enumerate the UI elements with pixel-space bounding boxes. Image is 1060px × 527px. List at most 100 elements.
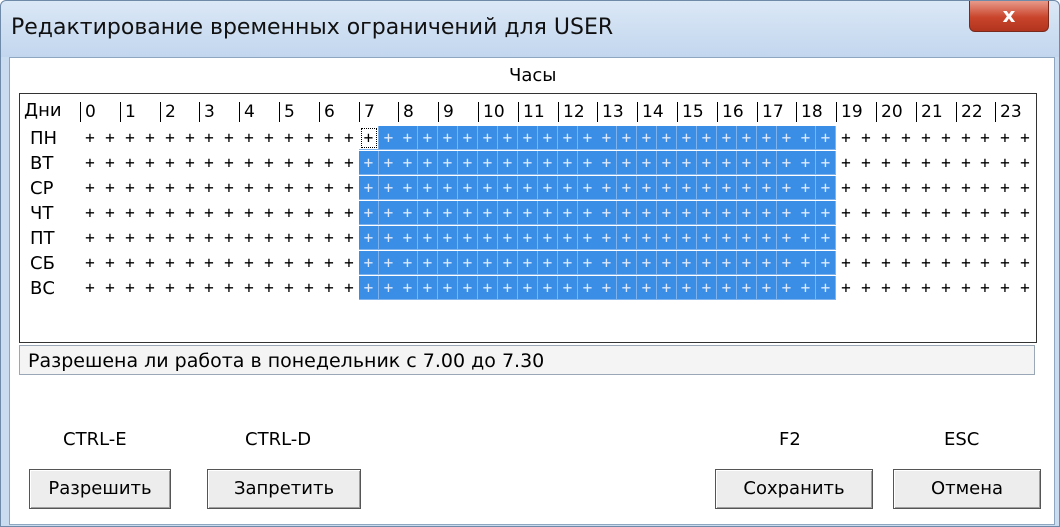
- time-cell[interactable]: +: [319, 201, 339, 225]
- time-cell[interactable]: +: [737, 151, 757, 175]
- time-cell[interactable]: +: [697, 276, 717, 300]
- time-cell[interactable]: +: [637, 126, 657, 150]
- allow-button[interactable]: Разрешить: [29, 469, 171, 509]
- time-cell[interactable]: +: [1015, 226, 1035, 250]
- time-cell[interactable]: +: [597, 176, 617, 200]
- time-cell[interactable]: +: [697, 251, 717, 275]
- time-cell[interactable]: +: [757, 276, 777, 300]
- time-cell[interactable]: +: [339, 276, 359, 300]
- time-cell[interactable]: +: [518, 276, 538, 300]
- time-cell[interactable]: +: [637, 226, 657, 250]
- time-cell[interactable]: +: [916, 251, 936, 275]
- time-cell[interactable]: +: [836, 151, 856, 175]
- time-cell[interactable]: +: [239, 251, 259, 275]
- time-cell[interactable]: +: [438, 201, 458, 225]
- time-cell[interactable]: +: [637, 251, 657, 275]
- time-cell[interactable]: +: [597, 126, 617, 150]
- time-cell[interactable]: +: [498, 126, 518, 150]
- time-cell[interactable]: +: [816, 201, 836, 225]
- time-cell[interactable]: +: [936, 151, 956, 175]
- time-cell[interactable]: +: [160, 151, 180, 175]
- time-cell[interactable]: +: [876, 276, 896, 300]
- time-cell[interactable]: +: [1015, 126, 1035, 150]
- time-cell[interactable]: +: [140, 151, 160, 175]
- time-cell[interactable]: +: [956, 126, 976, 150]
- time-cell[interactable]: +: [299, 151, 319, 175]
- time-cell[interactable]: +: [677, 126, 697, 150]
- time-cell[interactable]: +: [398, 276, 418, 300]
- time-cell[interactable]: +: [458, 201, 478, 225]
- time-cell[interactable]: +: [975, 276, 995, 300]
- time-cell[interactable]: +: [975, 126, 995, 150]
- time-cell[interactable]: +: [956, 201, 976, 225]
- time-cell[interactable]: +: [836, 276, 856, 300]
- time-cell[interactable]: +: [299, 251, 319, 275]
- time-cell[interactable]: +: [816, 251, 836, 275]
- time-cell[interactable]: +: [518, 226, 538, 250]
- time-cell[interactable]: +: [120, 251, 140, 275]
- time-cell[interactable]: +: [299, 201, 319, 225]
- time-cell[interactable]: +: [995, 276, 1015, 300]
- time-cell[interactable]: +: [120, 226, 140, 250]
- time-cell[interactable]: +: [578, 126, 598, 150]
- time-cell[interactable]: +: [359, 251, 379, 275]
- time-cell[interactable]: +: [498, 276, 518, 300]
- time-cell[interactable]: +: [975, 151, 995, 175]
- time-cell[interactable]: +: [757, 176, 777, 200]
- time-cell[interactable]: +: [100, 126, 120, 150]
- time-cell[interactable]: +: [80, 176, 100, 200]
- time-cell[interactable]: +: [876, 226, 896, 250]
- time-cell[interactable]: +: [617, 201, 637, 225]
- time-cell[interactable]: +: [518, 201, 538, 225]
- deny-button[interactable]: Запретить: [207, 469, 361, 509]
- time-cell[interactable]: +: [936, 176, 956, 200]
- time-cell[interactable]: +: [916, 151, 936, 175]
- time-cell[interactable]: +: [816, 176, 836, 200]
- time-cell[interactable]: +: [319, 226, 339, 250]
- time-cell[interactable]: +: [339, 176, 359, 200]
- time-cell[interactable]: +: [617, 176, 637, 200]
- time-cell[interactable]: +: [757, 226, 777, 250]
- time-cell[interactable]: +: [279, 126, 299, 150]
- time-cell[interactable]: +: [418, 226, 438, 250]
- time-cell[interactable]: +: [777, 276, 797, 300]
- time-cell[interactable]: +: [836, 201, 856, 225]
- time-cell[interactable]: +: [757, 201, 777, 225]
- time-cell[interactable]: +: [398, 126, 418, 150]
- time-cell[interactable]: +: [538, 251, 558, 275]
- time-cell[interactable]: +: [856, 151, 876, 175]
- time-cell[interactable]: +: [538, 276, 558, 300]
- time-cell[interactable]: +: [458, 126, 478, 150]
- time-cell[interactable]: +: [319, 126, 339, 150]
- time-cell[interactable]: +: [458, 226, 478, 250]
- time-cell[interactable]: +: [140, 276, 160, 300]
- time-cell[interactable]: +: [239, 276, 259, 300]
- time-cell[interactable]: +: [796, 201, 816, 225]
- time-cell[interactable]: +: [677, 251, 697, 275]
- time-cell[interactable]: +: [100, 226, 120, 250]
- time-cell[interactable]: +: [538, 126, 558, 150]
- time-cell[interactable]: +: [717, 126, 737, 150]
- time-cell[interactable]: +: [398, 151, 418, 175]
- time-cell[interactable]: +: [657, 226, 677, 250]
- time-cell[interactable]: +: [995, 201, 1015, 225]
- time-cell[interactable]: +: [836, 176, 856, 200]
- time-cell[interactable]: +: [975, 251, 995, 275]
- time-cell[interactable]: +: [239, 226, 259, 250]
- time-cell[interactable]: +: [777, 251, 797, 275]
- time-cell[interactable]: +: [856, 251, 876, 275]
- time-cell[interactable]: +: [558, 251, 578, 275]
- time-cell[interactable]: +: [279, 176, 299, 200]
- time-cell[interactable]: +: [737, 251, 757, 275]
- time-cell[interactable]: +: [259, 251, 279, 275]
- time-cell[interactable]: +: [558, 151, 578, 175]
- time-cell[interactable]: +: [518, 251, 538, 275]
- time-cell[interactable]: +: [657, 126, 677, 150]
- time-cell[interactable]: +: [398, 176, 418, 200]
- time-cell[interactable]: +: [737, 226, 757, 250]
- time-cell[interactable]: +: [299, 276, 319, 300]
- time-cell[interactable]: +: [359, 151, 379, 175]
- time-cell[interactable]: +: [936, 251, 956, 275]
- time-cell[interactable]: +: [856, 201, 876, 225]
- time-cell[interactable]: +: [578, 201, 598, 225]
